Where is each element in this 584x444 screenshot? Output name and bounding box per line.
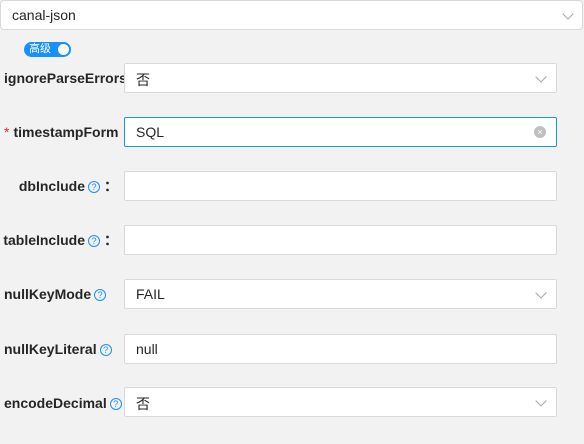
format-settings-panel: canal-json 高级 ignoreParseErrors 否 * times… (0, 0, 584, 444)
timestamp-format-label: timestampForm (13, 124, 119, 140)
label-colon: ： (104, 232, 118, 248)
chevron-down-icon (535, 71, 547, 83)
field-label-db-include: dbInclude? ： (0, 175, 124, 197)
null-key-literal-value: null (136, 341, 158, 357)
field-label-table-include: tableInclude? ： (0, 229, 124, 251)
table-include-label: tableInclude (3, 232, 85, 248)
null-key-mode-value: FAIL (136, 286, 165, 302)
chevron-down-icon (562, 8, 574, 20)
label-colon: ： (104, 178, 118, 194)
ignore-parse-errors-label: ignoreParseErrors (4, 70, 124, 86)
encode-decimal-label: encodeDecimal (4, 395, 107, 411)
clear-icon[interactable]: × (534, 126, 546, 138)
field-label-null-key-mode: nullKeyMode? (0, 283, 124, 305)
field-label-ignore-parse-errors: ignoreParseErrors (0, 67, 124, 89)
advanced-toggle-label: 高级 (29, 43, 51, 55)
timestamp-format-value: SQL (136, 124, 165, 140)
advanced-toggle[interactable]: 高级 (24, 42, 71, 57)
ignore-parse-errors-value: 否 (136, 72, 150, 88)
help-icon[interactable]: ? (88, 235, 100, 247)
field-label-encode-decimal: encodeDecimal? (0, 392, 124, 414)
null-key-literal-input[interactable]: null (124, 334, 557, 364)
help-icon[interactable]: ? (99, 344, 112, 356)
help-icon[interactable]: ? (94, 289, 107, 301)
db-include-label: dbInclude (18, 178, 85, 194)
chevron-down-icon (535, 395, 547, 407)
field-label-timestamp-format: * timestampForm (0, 121, 124, 143)
help-icon[interactable]: ? (88, 181, 100, 193)
toggle-knob (58, 44, 69, 55)
encode-decimal-value: 否 (136, 396, 150, 412)
field-label-null-key-literal: nullKeyLiteral? (0, 338, 124, 360)
format-select[interactable]: canal-json (0, 0, 583, 30)
ignore-parse-errors-select[interactable]: 否 (124, 63, 557, 93)
encode-decimal-select[interactable]: 否 (124, 387, 557, 417)
required-mark: * (4, 124, 10, 140)
format-select-value: canal-json (12, 7, 76, 23)
null-key-literal-label: nullKeyLiteral (4, 341, 97, 357)
null-key-mode-label: nullKeyMode (4, 286, 92, 302)
db-include-input[interactable] (124, 171, 557, 201)
chevron-down-icon (535, 287, 547, 299)
null-key-mode-select[interactable]: FAIL (124, 279, 557, 309)
table-include-input[interactable] (124, 225, 557, 255)
help-icon[interactable]: ? (109, 398, 122, 410)
timestamp-format-input[interactable]: SQL × (124, 117, 557, 147)
